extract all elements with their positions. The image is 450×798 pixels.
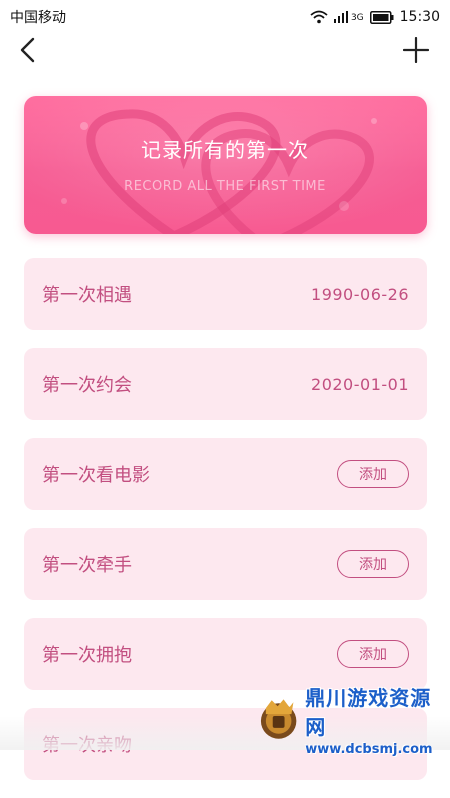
plus-icon (402, 36, 430, 67)
add-record-button[interactable]: 添加 (337, 640, 409, 668)
watermark-text: 鼎川游戏资源网 www.dcbsmj.com (305, 682, 450, 757)
item-label: 第一次牵手 (42, 555, 132, 576)
item-label: 第一次约会 (42, 375, 132, 396)
list-item-first-movie: 第一次看电影 添加 (24, 438, 427, 510)
banner-subtitle: RECORD ALL THE FIRST TIME (124, 179, 326, 194)
watermark-title: 鼎川游戏资源网 (305, 685, 432, 739)
add-button[interactable] (400, 36, 432, 68)
status-time: 15:30 (399, 9, 440, 25)
item-date: 2020-01-01 (311, 374, 409, 394)
banner (24, 96, 427, 234)
network-type: 3G (350, 13, 364, 23)
status-indicators: 3G 15:30 (310, 9, 440, 25)
wifi-icon (310, 10, 328, 24)
item-date: 1990-06-26 (311, 284, 409, 304)
status-bar: 中国移动 3G 15:30 (0, 0, 450, 34)
watermark-url: www.dcbsmj.com (305, 741, 433, 757)
signal-icon: 3G (333, 11, 364, 23)
list-item-first-hand-holding: 第一次牵手 添加 (24, 528, 427, 600)
chevron-left-icon (19, 37, 37, 67)
carrier-label: 中国移动 (10, 10, 66, 26)
add-record-button[interactable]: 添加 (337, 550, 409, 578)
banner-title: 记录所有的第一次 (141, 138, 309, 162)
back-button[interactable] (12, 36, 44, 68)
list-item-first-meeting[interactable]: 第一次相遇 1990-06-26 (24, 258, 427, 330)
watermark-logo-icon (260, 699, 297, 739)
list-item-first-date[interactable]: 第一次约会 2020-01-01 (24, 348, 427, 420)
item-label: 第一次看电影 (42, 465, 150, 486)
battery-icon (369, 10, 394, 24)
add-record-button[interactable]: 添加 (337, 460, 409, 488)
hearts-decoration-icon (24, 96, 427, 234)
watermark: 鼎川游戏资源网 www.dcbsmj.com (250, 686, 450, 757)
item-label: 第一次拥抱 (42, 645, 132, 666)
item-label: 第一次相遇 (42, 285, 132, 306)
nav-bar (0, 34, 450, 74)
list-item-first-hug: 第一次拥抱 添加 (24, 618, 427, 690)
